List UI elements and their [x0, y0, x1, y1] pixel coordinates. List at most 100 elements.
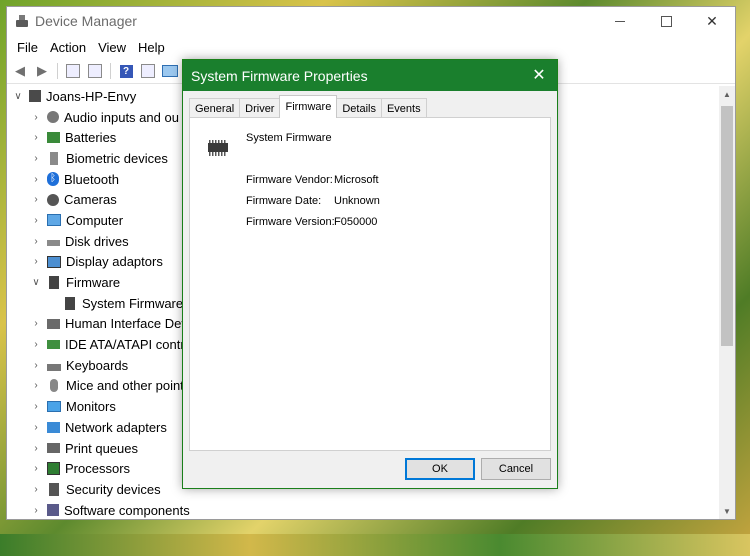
- tab-details[interactable]: Details: [336, 98, 382, 118]
- properties-list-icon[interactable]: [65, 63, 81, 79]
- dialog-title: System Firmware Properties: [191, 67, 368, 84]
- action-pane-icon[interactable]: [140, 63, 156, 79]
- firmware-icon: [49, 276, 59, 290]
- disk-drive-icon: [47, 240, 60, 247]
- monitor-icon: [47, 401, 61, 413]
- chevron-right-icon[interactable]: ›: [31, 256, 41, 267]
- tree-root-label: Joans-HP-Envy: [46, 88, 137, 104]
- cancel-button[interactable]: Cancel: [481, 458, 551, 480]
- toolbar-divider: [57, 63, 58, 79]
- chip-icon: [65, 296, 75, 310]
- tree-item[interactable]: › Software components: [7, 500, 719, 519]
- chevron-right-icon[interactable]: ›: [31, 360, 41, 371]
- help-icon[interactable]: ?: [118, 63, 134, 79]
- computer-root-icon: [29, 90, 41, 103]
- ok-button[interactable]: OK: [405, 458, 475, 480]
- firmware-vendor-label: Firmware Vendor:: [246, 174, 333, 186]
- tree-item-label: Display adaptors: [66, 254, 163, 270]
- mouse-icon: [50, 379, 58, 393]
- minimize-button[interactable]: [597, 7, 643, 35]
- tab-general[interactable]: General: [189, 98, 241, 118]
- tree-item-label: Computer: [66, 212, 124, 228]
- firmware-chip-icon: [208, 140, 228, 156]
- menu-action[interactable]: Action: [44, 40, 92, 55]
- printer-icon: [47, 443, 60, 454]
- chevron-down-icon[interactable]: ∨: [31, 277, 41, 288]
- ide-controller-icon: [47, 340, 60, 350]
- tree-item-label: IDE ATA/ATAPI contro: [65, 337, 192, 353]
- tree-item-label: Bluetooth: [64, 171, 119, 187]
- device-name: System Firmware: [246, 132, 332, 144]
- properties-dialog: System Firmware Properties ✕ General Dri…: [182, 59, 558, 489]
- chevron-right-icon[interactable]: ›: [31, 380, 41, 391]
- firmware-date-value: Unknown: [334, 195, 380, 207]
- security-device-icon: [49, 482, 59, 496]
- scrollbar-thumb[interactable]: [721, 106, 733, 346]
- scroll-down-arrow-icon[interactable]: ▼: [719, 503, 735, 519]
- close-button[interactable]: ✕: [689, 7, 735, 35]
- battery-icon: [47, 132, 60, 144]
- device-manager-titlebar: Device Manager ✕: [7, 7, 735, 35]
- menu-help[interactable]: Help: [132, 40, 171, 55]
- tree-item-label: Network adapters: [65, 419, 167, 435]
- keyboard-icon: [47, 363, 61, 371]
- chevron-right-icon[interactable]: ›: [31, 401, 41, 412]
- back-arrow-icon[interactable]: ◀: [12, 63, 28, 79]
- tree-item-label: System Firmware: [82, 295, 184, 311]
- toolbar-divider: [110, 63, 111, 79]
- chevron-right-icon[interactable]: ›: [31, 236, 41, 247]
- hid-icon: [47, 318, 60, 329]
- tree-item-label: Batteries: [65, 130, 117, 146]
- chevron-right-icon[interactable]: ›: [31, 132, 41, 143]
- dialog-titlebar: System Firmware Properties ✕: [183, 60, 557, 91]
- chevron-right-icon[interactable]: ›: [31, 422, 41, 433]
- desktop-background-strip: [0, 534, 750, 556]
- firmware-date-label: Firmware Date:: [246, 195, 322, 207]
- maximize-button[interactable]: [643, 7, 689, 35]
- chevron-right-icon[interactable]: ›: [31, 463, 41, 474]
- network-adapter-icon: [47, 421, 60, 433]
- tree-item-label: Mice and other point: [66, 378, 184, 394]
- tree-item-label: Monitors: [66, 399, 116, 415]
- processor-icon: [47, 462, 60, 476]
- chevron-down-icon[interactable]: ∨: [13, 91, 23, 102]
- chevron-right-icon[interactable]: ›: [31, 153, 41, 164]
- tab-firmware[interactable]: Firmware: [279, 95, 338, 118]
- tree-scrollbar[interactable]: ▲ ▼: [719, 86, 735, 519]
- tab-driver[interactable]: Driver: [239, 98, 281, 118]
- tree-item-label: Security devices: [66, 481, 161, 497]
- chevron-right-icon[interactable]: ›: [31, 215, 41, 226]
- chevron-right-icon[interactable]: ›: [31, 339, 41, 350]
- menu-file[interactable]: File: [11, 40, 44, 55]
- monitor-scan-icon[interactable]: [162, 63, 178, 79]
- show-hide-console-icon[interactable]: [87, 63, 103, 79]
- tree-item-label: Disk drives: [65, 233, 129, 249]
- display-adapter-icon: [47, 255, 61, 268]
- dialog-close-icon[interactable]: ✕: [529, 65, 549, 85]
- bluetooth-icon: ᛒ: [47, 172, 59, 187]
- software-component-icon: [47, 504, 59, 517]
- menu-bar: File Action View Help: [7, 35, 735, 59]
- chevron-right-icon[interactable]: ›: [31, 318, 41, 329]
- chevron-right-icon[interactable]: ›: [31, 505, 41, 516]
- forward-arrow-icon[interactable]: ▶: [34, 63, 50, 79]
- speaker-icon: [47, 111, 59, 124]
- chevron-right-icon[interactable]: ›: [31, 194, 41, 205]
- dialog-tabs: General Driver Firmware Details Events: [189, 95, 427, 118]
- chevron-right-icon[interactable]: ›: [31, 112, 41, 123]
- tab-events[interactable]: Events: [380, 98, 427, 118]
- tree-item-label: Firmware: [66, 275, 121, 291]
- tree-item-label: Audio inputs and ou: [64, 109, 179, 125]
- close-icon: ✕: [706, 12, 718, 29]
- chevron-right-icon[interactable]: ›: [31, 484, 41, 495]
- tree-item-label: Biometric devices: [66, 150, 168, 166]
- scroll-up-arrow-icon[interactable]: ▲: [719, 86, 735, 102]
- menu-view[interactable]: View: [92, 40, 132, 55]
- camera-icon: [47, 193, 59, 206]
- tree-item-label: Keyboards: [66, 357, 129, 373]
- tree-item-label: Cameras: [64, 192, 117, 208]
- chevron-right-icon[interactable]: ›: [31, 174, 41, 185]
- firmware-vendor-value: Microsoft: [334, 174, 379, 186]
- tree-item-label: Human Interface Dev: [65, 316, 188, 332]
- chevron-right-icon[interactable]: ›: [31, 443, 41, 454]
